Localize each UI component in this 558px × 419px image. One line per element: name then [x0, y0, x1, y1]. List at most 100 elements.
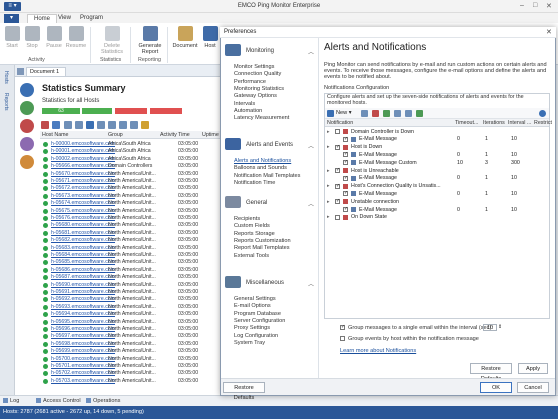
- group-messages-checkbox[interactable]: Group messages to a single email within …: [340, 324, 493, 331]
- refresh-icon[interactable]: [52, 121, 60, 129]
- sidebar-item[interactable]: Recipients: [234, 216, 260, 222]
- row-checkbox[interactable]: [335, 144, 340, 150]
- edit-icon[interactable]: [361, 110, 368, 117]
- sidebar-item[interactable]: Balloons and Sounds: [234, 165, 287, 171]
- notification-row[interactable]: ▸ Host is Unreachable: [325, 167, 549, 174]
- row-checkbox[interactable]: [343, 151, 348, 158]
- ok-button[interactable]: OK: [480, 382, 512, 393]
- sidebar-item[interactable]: Automation: [234, 108, 262, 114]
- dialog-close-icon[interactable]: ✕: [546, 28, 552, 36]
- document-tab[interactable]: Document 1: [26, 67, 66, 76]
- apply-button[interactable]: Apply: [518, 363, 548, 374]
- statistics-icon[interactable]: [20, 101, 34, 115]
- nav-tab-reports[interactable]: Reports: [3, 93, 9, 111]
- sidebar-item[interactable]: System Tray: [234, 340, 265, 346]
- sidebar-item[interactable]: Performance: [234, 79, 266, 85]
- sidebar-item[interactable]: E-mail Options: [234, 303, 271, 309]
- expand-icon[interactable]: [405, 110, 412, 117]
- group-icon[interactable]: [108, 121, 116, 129]
- funnel-icon[interactable]: [141, 121, 149, 129]
- print-icon[interactable]: [130, 121, 138, 129]
- notification-row[interactable]: ▸ On Down State: [325, 214, 549, 221]
- copy-icon[interactable]: [394, 110, 401, 117]
- generate-report-button[interactable]: Generate Report: [136, 26, 164, 55]
- notification-row[interactable]: E-Mail Message Custom 10 3 300: [325, 159, 549, 166]
- table-row[interactable]: h-05703.emcosoftware.com North America\Un…: [40, 377, 220, 385]
- sidebar-section[interactable]: Alerts and Events ︿: [224, 138, 316, 152]
- expand-toggle-icon[interactable]: ▸: [327, 199, 330, 205]
- maximize-icon[interactable]: □: [533, 2, 537, 9]
- sidebar-item[interactable]: Gateway Options: [234, 93, 277, 99]
- notification-row[interactable]: E-Mail Message 0 1 10: [325, 175, 549, 182]
- notification-row[interactable]: ▸ Unstable connection: [325, 198, 549, 205]
- minimize-icon[interactable]: –: [520, 2, 524, 9]
- help-icon[interactable]: [539, 110, 546, 117]
- tab-log[interactable]: Log: [3, 398, 19, 404]
- sidebar-item[interactable]: External Tools: [234, 253, 269, 259]
- notification-row[interactable]: ▸ Domain Controller is Down: [325, 128, 549, 135]
- filter-icon[interactable]: [86, 121, 94, 129]
- sidebar-item[interactable]: Custom Fields: [234, 223, 270, 229]
- restore-defaults-button[interactable]: Restore Defaults: [223, 382, 265, 401]
- sidebar-section[interactable]: Miscellaneous ︿: [224, 276, 316, 290]
- stop-button[interactable]: Stop: [20, 26, 44, 49]
- chevron-up-icon[interactable]: ︿: [308, 47, 314, 56]
- enable-icon[interactable]: [383, 110, 390, 117]
- sidebar-item[interactable]: General Settings: [234, 296, 276, 302]
- sidebar-item[interactable]: Report Mail Templates: [234, 245, 290, 251]
- group-messages-check[interactable]: [340, 324, 345, 330]
- sidebar-item[interactable]: Server Configuration: [234, 318, 285, 324]
- sidebar-item[interactable]: Notification Mail Templates: [234, 173, 300, 179]
- alerts-icon[interactable]: [20, 119, 34, 133]
- pause-button[interactable]: Pause: [42, 26, 66, 49]
- sidebar-item[interactable]: Alerts and Notifications: [234, 158, 291, 164]
- learn-more-link[interactable]: Learn more about Notifications: [340, 348, 416, 354]
- col-activity-time[interactable]: Activity Time: [160, 132, 190, 138]
- notification-row[interactable]: E-Mail Message 0 1 10: [325, 190, 549, 197]
- expand-toggle-icon[interactable]: ▸: [327, 168, 330, 174]
- sidebar-item[interactable]: Connection Quality: [234, 71, 281, 77]
- row-checkbox[interactable]: [343, 136, 348, 142]
- notification-row[interactable]: E-Mail Message 0 1 10: [325, 206, 549, 213]
- col-restrict[interactable]: Restrict: [534, 120, 552, 126]
- columns-icon[interactable]: [97, 121, 105, 129]
- grid-icon[interactable]: [75, 121, 83, 129]
- delete-icon[interactable]: [372, 110, 379, 117]
- col-iterations[interactable]: Iterations: [483, 120, 505, 126]
- document-button[interactable]: Document: [171, 26, 199, 49]
- file-menu-icon[interactable]: ▾: [4, 14, 20, 23]
- tab-operations[interactable]: Operations: [86, 398, 120, 404]
- delete-statistics-button[interactable]: Delete Statistics: [98, 26, 126, 55]
- sidebar-section[interactable]: General ︿: [224, 196, 316, 210]
- host-button[interactable]: Host: [200, 26, 220, 49]
- row-checkbox[interactable]: [343, 206, 348, 212]
- export-icon[interactable]: [119, 121, 127, 129]
- notification-row[interactable]: ▸ Host's Connection Quality is Unsatis...: [325, 183, 549, 190]
- expand-toggle-icon[interactable]: ▸: [327, 144, 330, 150]
- col-notification[interactable]: Notification: [327, 120, 353, 126]
- row-checkbox[interactable]: [335, 129, 340, 134]
- new-button[interactable]: New ▾: [336, 110, 352, 116]
- group-by-host-check[interactable]: [340, 336, 345, 341]
- collapse-icon[interactable]: [416, 110, 423, 117]
- sidebar-section[interactable]: Monitoring ︿: [224, 44, 316, 58]
- sidebar-item[interactable]: Reports Storage: [234, 231, 275, 237]
- row-checkbox[interactable]: [343, 175, 348, 181]
- cancel-button[interactable]: Cancel: [517, 382, 549, 393]
- close-icon[interactable]: [41, 121, 49, 129]
- hosts-overview-icon[interactable]: [20, 83, 34, 97]
- sidebar-item[interactable]: Program Database: [234, 311, 281, 317]
- tab-access-control[interactable]: Access Control: [36, 398, 81, 404]
- nav-tab-hosts[interactable]: Hosts: [3, 71, 9, 84]
- col-group[interactable]: Group: [108, 132, 123, 138]
- notification-row[interactable]: ▸ Host is Down: [325, 144, 549, 151]
- row-checkbox[interactable]: [335, 214, 340, 220]
- col-host-name[interactable]: Host Name: [42, 132, 69, 138]
- notification-row[interactable]: E-Mail Message 0 1 10: [325, 151, 549, 158]
- list-icon[interactable]: [64, 121, 72, 129]
- close-icon[interactable]: ✕: [546, 2, 552, 10]
- sidebar-item[interactable]: Intervals: [234, 101, 255, 107]
- pane-restore-defaults-button[interactable]: Restore Defaults: [470, 363, 512, 382]
- row-checkbox[interactable]: [335, 198, 340, 205]
- chevron-up-icon[interactable]: ︿: [308, 279, 314, 288]
